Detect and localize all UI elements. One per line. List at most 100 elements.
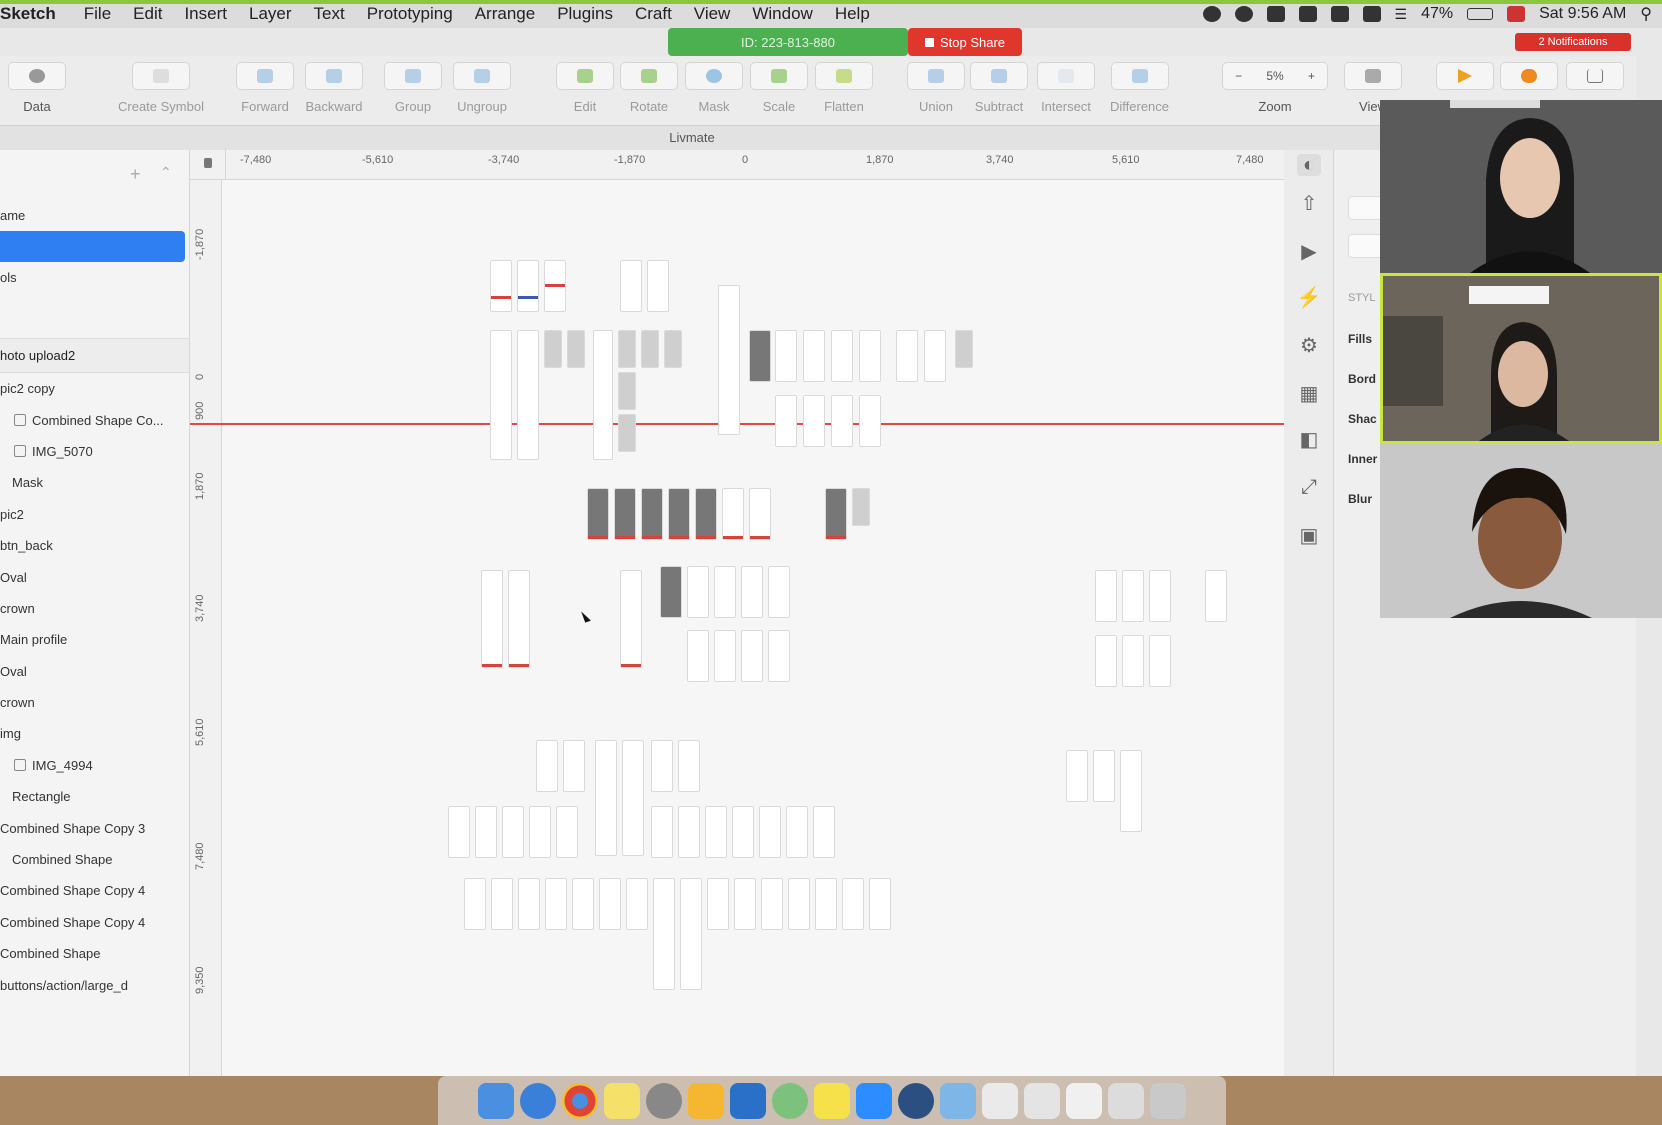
menu-arrange[interactable]: Arrange: [475, 4, 535, 24]
layer-item[interactable]: Combined Shape: [0, 844, 189, 875]
slack-icon[interactable]: [1298, 6, 1317, 22]
artboard[interactable]: [831, 330, 853, 382]
artboard[interactable]: [529, 806, 551, 858]
inner-shadows-label[interactable]: Inner: [1348, 452, 1377, 466]
artboard[interactable]: [490, 330, 512, 460]
menu-prototyping[interactable]: Prototyping: [367, 4, 453, 24]
artboard[interactable]: [545, 878, 567, 930]
artboard[interactable]: [678, 740, 700, 792]
fills-label[interactable]: Fills: [1348, 332, 1372, 346]
zoom-status-icon[interactable]: [1266, 6, 1285, 22]
artboard[interactable]: [825, 488, 847, 540]
tool-union[interactable]: Union: [907, 62, 965, 120]
layer-item[interactable]: crown: [0, 593, 189, 624]
artboard[interactable]: [1122, 635, 1144, 687]
participant-video[interactable]: [1380, 444, 1662, 618]
artboard[interactable]: [593, 330, 613, 460]
layer-item[interactable]: IMG_5070: [0, 436, 189, 467]
artboard[interactable]: [813, 806, 835, 858]
artboard[interactable]: [831, 395, 853, 447]
flag-icon[interactable]: [1507, 6, 1526, 22]
tool-group[interactable]: Group: [384, 62, 442, 120]
artboard[interactable]: [768, 566, 790, 618]
artboard[interactable]: [955, 330, 973, 368]
artboard[interactable]: [490, 260, 512, 312]
chrome-icon[interactable]: [562, 1082, 598, 1119]
artboard[interactable]: [491, 878, 513, 930]
artboard[interactable]: [1149, 570, 1171, 622]
artboard[interactable]: [687, 566, 709, 618]
artboard[interactable]: [618, 330, 636, 368]
maps-icon[interactable]: [772, 1082, 808, 1119]
layer-artboard[interactable]: hoto upload2: [0, 339, 189, 373]
artboard[interactable]: [595, 740, 617, 856]
wifi-icon[interactable]: ☰: [1395, 6, 1408, 23]
document-icon[interactable]: [1024, 1082, 1060, 1119]
components-icon[interactable]: ◧: [1297, 428, 1321, 451]
menu-craft[interactable]: Craft: [635, 4, 672, 24]
artboard[interactable]: [1122, 570, 1144, 622]
menu-insert[interactable]: Insert: [184, 4, 227, 24]
artboard[interactable]: [481, 570, 503, 668]
artboard[interactable]: [587, 488, 609, 540]
artboard[interactable]: [599, 878, 621, 930]
borders-label[interactable]: Bord: [1348, 372, 1376, 386]
artboard[interactable]: [464, 878, 486, 930]
quicktime-icon[interactable]: [898, 1082, 934, 1119]
inspector-toggle-icon[interactable]: ◐: [1297, 154, 1321, 176]
layer-item[interactable]: img: [0, 718, 189, 749]
chat-icon[interactable]: [1234, 6, 1253, 22]
artboard[interactable]: [1095, 635, 1117, 687]
layer-item[interactable]: Combined Shape: [0, 938, 189, 969]
artboard[interactable]: [651, 740, 673, 792]
menu-file[interactable]: File: [84, 4, 111, 24]
add-image-icon[interactable]: ▣: [1297, 524, 1321, 547]
trash-icon[interactable]: [1150, 1082, 1186, 1119]
artboard[interactable]: [869, 878, 891, 930]
artboard[interactable]: [641, 488, 663, 540]
tool-flatten[interactable]: Flatten: [815, 62, 873, 120]
artboard[interactable]: [614, 488, 636, 540]
document-icon[interactable]: [1066, 1082, 1102, 1119]
play-icon[interactable]: ▶: [1297, 240, 1321, 263]
layer-item[interactable]: Combined Shape Co...: [0, 404, 189, 435]
participant-video-active[interactable]: [1380, 273, 1662, 444]
tool-rotate[interactable]: Rotate: [620, 62, 678, 120]
artboard[interactable]: [536, 740, 558, 792]
menu-plugins[interactable]: Plugins: [557, 4, 613, 24]
zoom-out-icon[interactable]: −: [1235, 69, 1242, 83]
add-page-icon[interactable]: +: [130, 164, 141, 185]
artboard[interactable]: [622, 740, 644, 856]
artboard[interactable]: [618, 414, 636, 452]
artboard[interactable]: [517, 260, 539, 312]
artboard[interactable]: [641, 330, 659, 368]
artboard[interactable]: [896, 330, 918, 382]
settings-icon[interactable]: ⚙: [1297, 334, 1321, 357]
tool-data[interactable]: Data: [8, 62, 66, 120]
menu-view[interactable]: View: [694, 4, 731, 24]
artboard[interactable]: [1095, 570, 1117, 622]
artboard[interactable]: [775, 330, 797, 382]
page-item[interactable]: ame: [0, 200, 189, 231]
artboard[interactable]: [842, 878, 864, 930]
folder-icon[interactable]: [940, 1082, 976, 1119]
zoom-app-icon[interactable]: [856, 1082, 892, 1119]
artboard[interactable]: [653, 878, 675, 990]
layer-item[interactable]: buttons/action/large_d: [0, 969, 189, 1000]
page-item[interactable]: ols: [0, 262, 189, 293]
tool-intersect[interactable]: Intersect: [1037, 62, 1095, 120]
artboard[interactable]: [517, 330, 539, 460]
meeting-id-pill[interactable]: ID: 223-813-880: [668, 28, 908, 56]
artboard[interactable]: [749, 330, 771, 382]
artboard[interactable]: [518, 878, 540, 930]
vertical-ruler[interactable]: -1,870 0 900 1,870 3,740 5,610 7,480 9,3…: [190, 180, 222, 1076]
menu-help[interactable]: Help: [835, 4, 870, 24]
app-menu[interactable]: Sketch: [0, 4, 56, 24]
artboard[interactable]: [668, 488, 690, 540]
artboard[interactable]: [502, 806, 524, 858]
layer-item[interactable]: IMG_4994: [0, 750, 189, 781]
sketch-icon[interactable]: [688, 1082, 724, 1119]
layer-item[interactable]: Combined Shape Copy 4: [0, 907, 189, 938]
artboard[interactable]: [680, 878, 702, 990]
artboard[interactable]: [924, 330, 946, 382]
